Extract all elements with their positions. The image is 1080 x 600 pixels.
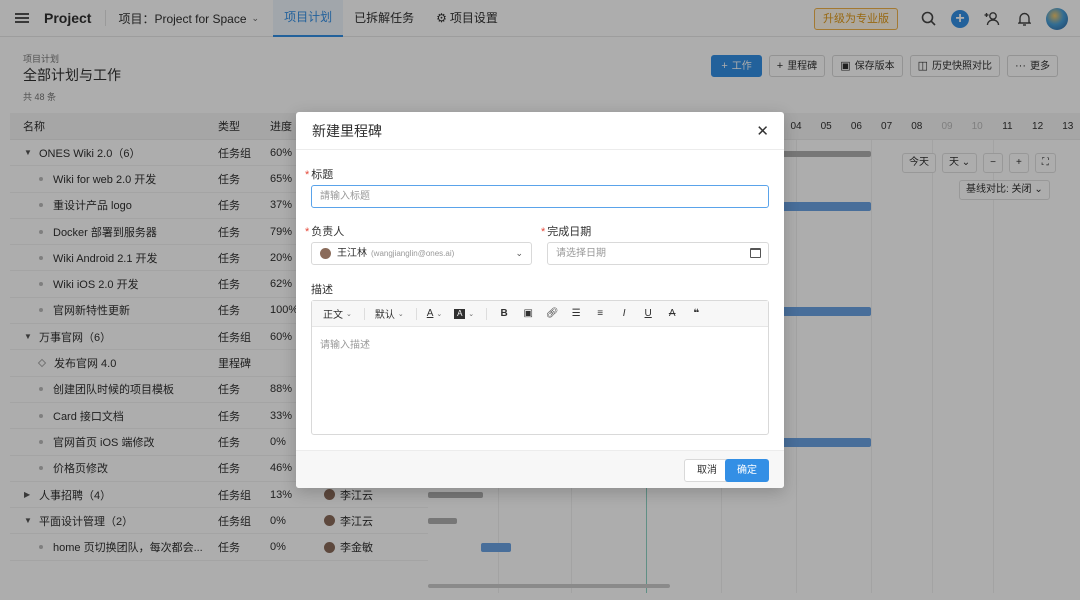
bold-icon[interactable]: B xyxy=(497,308,511,319)
select-value: 正文 xyxy=(323,310,343,321)
title-input[interactable]: 請输入标题 xyxy=(311,185,769,208)
toolbar-divider xyxy=(415,307,417,320)
input-placeholder: 请选择日期 xyxy=(556,248,606,259)
description-editor: 正文 ⌄ 默认 ⌄ A ⌄ A ⌄ B ▣ 🔗︎ ☰ ≡ I U A ❝ 请输入描述 xyxy=(311,300,769,435)
toolbar-divider xyxy=(363,307,365,320)
text-color-select[interactable]: A ⌄ xyxy=(427,308,443,319)
avatar xyxy=(320,248,331,259)
input-placeholder: 請输入标题 xyxy=(320,191,370,202)
required-mark: * xyxy=(305,169,310,181)
assignee-name: 王江林 xyxy=(337,248,367,259)
underline-icon[interactable]: U xyxy=(641,308,655,319)
highlight-color-select[interactable]: A ⌄ xyxy=(454,308,475,319)
assignee-label: * 负责人 xyxy=(305,223,344,239)
font-select[interactable]: 默认 ⌄ xyxy=(375,306,404,321)
dialog-footer: 取消 确定 xyxy=(296,450,784,488)
required-mark: * xyxy=(541,226,546,238)
dialog-title: 新建里程碑 xyxy=(312,122,382,139)
close-icon[interactable]: ✕ xyxy=(756,122,769,140)
required-mark: * xyxy=(305,226,310,238)
chevron-down-icon: ⌄ xyxy=(397,310,404,318)
paragraph-style-select[interactable]: 正文 ⌄ xyxy=(323,306,352,321)
highlight-icon: A xyxy=(454,308,466,319)
title-label: * 标题 xyxy=(305,166,333,182)
label-text: 完成日期 xyxy=(547,226,592,238)
due-date-label: * 完成日期 xyxy=(541,223,591,239)
select-value: 默认 xyxy=(374,310,395,321)
chevron-down-icon: ⌄ xyxy=(436,310,443,318)
strikethrough-icon[interactable]: A xyxy=(665,308,679,319)
cancel-button[interactable]: 取消 xyxy=(684,459,730,482)
image-icon[interactable]: ▣ xyxy=(521,308,535,319)
calendar-icon[interactable] xyxy=(750,248,761,258)
description-input[interactable]: 请输入描述 xyxy=(312,327,768,360)
quote-icon[interactable]: ❝ xyxy=(689,308,703,319)
assignee-email: (wangjianglin@ones.ai) xyxy=(371,249,455,258)
confirm-button[interactable]: 确定 xyxy=(725,459,769,482)
label-text: 标题 xyxy=(311,169,334,181)
bullet-list-icon[interactable]: ☰ xyxy=(569,308,583,319)
italic-icon[interactable]: I xyxy=(617,308,631,319)
link-icon[interactable]: 🔗︎ xyxy=(545,308,559,319)
input-placeholder: 请输入描述 xyxy=(320,340,370,351)
assignee-select[interactable]: 王江林 (wangjianglin@ones.ai) ⌄ xyxy=(311,242,532,265)
label-text: 负责人 xyxy=(311,226,345,238)
numbered-list-icon[interactable]: ≡ xyxy=(593,308,607,319)
editor-toolbar: 正文 ⌄ 默认 ⌄ A ⌄ A ⌄ B ▣ 🔗︎ ☰ ≡ I U A ❝ xyxy=(312,301,768,327)
description-label: 描述 xyxy=(311,284,333,296)
chevron-down-icon: ⌄ xyxy=(346,310,352,318)
toolbar-divider xyxy=(486,307,488,320)
chevron-down-icon: ⌄ xyxy=(515,248,523,258)
new-milestone-dialog: 新建里程碑 ✕ * 标题 請输入标题 * 负责人 王江林 (wangjianglin… xyxy=(296,112,784,488)
text-color-icon: A xyxy=(426,308,434,319)
due-date-input[interactable]: 请选择日期 xyxy=(547,242,769,265)
chevron-down-icon: ⌄ xyxy=(468,310,475,318)
